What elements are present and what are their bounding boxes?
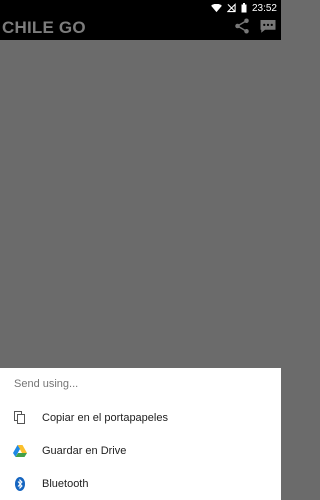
battery-icon <box>241 3 247 13</box>
wifi-icon <box>211 3 222 13</box>
chat-bubble-icon[interactable] <box>259 17 277 40</box>
share-option-copy[interactable]: Copiar en el portapapeles <box>0 402 281 434</box>
copy-icon <box>13 411 27 425</box>
status-bar: 23:52 <box>0 0 281 16</box>
share-option-label: Copiar en el portapapeles <box>42 412 168 424</box>
app-title: CHILE GO <box>2 18 86 37</box>
bluetooth-icon <box>13 477 27 491</box>
google-drive-icon <box>13 444 27 458</box>
app-bar: CHILE GO <box>0 16 281 40</box>
share-option-label: Bluetooth <box>42 478 89 490</box>
share-option-drive[interactable]: Guardar en Drive <box>0 435 281 467</box>
status-time: 23:52 <box>251 2 277 14</box>
share-option-label: Guardar en Drive <box>42 445 127 457</box>
share-sheet-title: Send using... <box>14 378 79 390</box>
share-sheet: Send using... Copiar en el portapapeles … <box>0 368 281 500</box>
dimmed-content-area[interactable] <box>0 40 281 368</box>
no-signal-icon <box>226 3 236 13</box>
share-icon[interactable] <box>233 17 251 40</box>
share-option-bluetooth[interactable]: Bluetooth <box>0 468 281 500</box>
